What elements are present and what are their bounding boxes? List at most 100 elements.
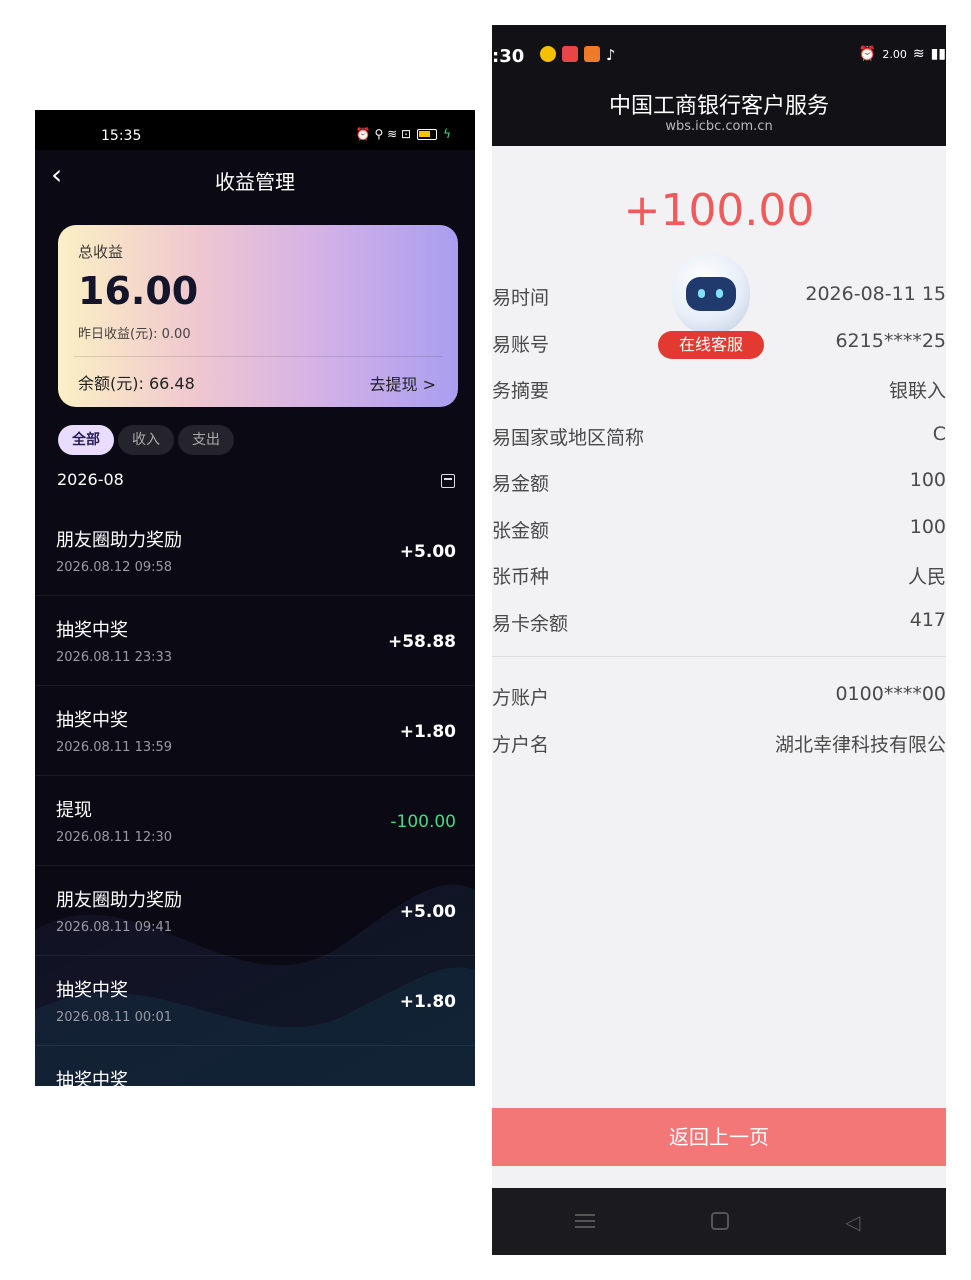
record-amount: +5.00 xyxy=(399,542,456,562)
total-earnings-label: 总收益 xyxy=(78,243,124,261)
record-amount: +1.80 xyxy=(399,992,456,1012)
back-triangle-icon[interactable]: ◁ xyxy=(845,1210,860,1234)
record-name: 抽奖中奖 xyxy=(56,620,128,641)
record-date: 2026.08.11 00:01 xyxy=(56,1010,173,1025)
records-list: 朋友圈助力奖励 2026.08.12 09:58 +5.00 抽奖中奖 2026… xyxy=(35,506,475,1086)
android-nav-bar: ◁ xyxy=(492,1188,946,1255)
filter-tabs: 全部 收入 支出 xyxy=(58,425,234,455)
bell-icon xyxy=(540,46,556,62)
detail-key: 张金额 xyxy=(492,520,550,542)
battery-icon xyxy=(417,128,438,140)
wifi-icon: ≋ xyxy=(912,46,925,62)
detail-value: 湖北幸律科技有限公 xyxy=(774,734,946,756)
balance-text: 余额(元): 66.48 xyxy=(78,374,195,393)
filter-all[interactable]: 全部 xyxy=(58,425,114,455)
card-divider xyxy=(74,356,442,357)
record-name: 朋友圈助力奖励 xyxy=(56,530,182,551)
record-row[interactable]: 抽奖中奖 xyxy=(35,1046,475,1086)
record-name: 抽奖中奖 xyxy=(56,1070,128,1086)
record-row[interactable]: 抽奖中奖 2026.08.11 13:59 +1.80 xyxy=(35,686,475,776)
yesterday-earnings: 昨日收益(元): 0.00 xyxy=(78,327,191,342)
charging-icon: ϟ xyxy=(443,127,451,141)
bank-header: :30 ♪ ⏰ 2.00 ≋ ▮▮ 中国工商银行客户服务 wbs.icbc.co… xyxy=(492,25,946,146)
record-name: 抽奖中奖 xyxy=(56,980,128,1001)
detail-key: 易账号 xyxy=(492,334,550,356)
page-title: 收益管理 xyxy=(215,170,295,194)
filter-income[interactable]: 收入 xyxy=(118,425,174,455)
detail-row: 务摘要 银联入 xyxy=(492,368,946,408)
app-icon xyxy=(562,46,578,62)
record-amount: +5.00 xyxy=(399,902,456,922)
total-earnings-value: 16.00 xyxy=(78,269,199,313)
record-date: 2026.08.12 09:58 xyxy=(56,560,173,575)
record-name: 提现 xyxy=(56,800,92,821)
detail-key: 方账户 xyxy=(492,687,550,709)
status-icons: ⏰ ⚲ ≋ ⊡ ϟ xyxy=(356,127,451,141)
bank-detail-screen: :30 ♪ ⏰ 2.00 ≋ ▮▮ 中国工商银行客户服务 wbs.icbc.co… xyxy=(492,25,946,1255)
notification-icons: ♪ xyxy=(540,46,616,64)
detail-row: 张币种 人民 xyxy=(492,554,946,594)
detail-key: 张币种 xyxy=(492,566,550,588)
detail-value: C xyxy=(932,423,946,445)
menu-icon[interactable] xyxy=(575,1212,595,1230)
detail-key: 易金额 xyxy=(492,473,550,495)
online-service-label: 在线客服 xyxy=(658,331,764,359)
earnings-screen: 15:35 ⏰ ⚲ ≋ ⊡ ϟ ‹ 收益管理 总收益 16.00 昨日收益(元)… xyxy=(35,110,475,1086)
robot-eye xyxy=(698,289,705,298)
detail-value: 100 xyxy=(909,516,946,538)
detail-key: 易卡余额 xyxy=(492,613,569,635)
record-row[interactable]: 朋友圈助力奖励 2026.08.11 09:41 +5.00 xyxy=(35,866,475,956)
status-icons-text: ⏰ ⚲ ≋ ⊡ xyxy=(355,127,412,141)
detail-row: 方账户 0100****00 xyxy=(492,675,946,715)
system-status-icons: ⏰ 2.00 ≋ ▮▮ xyxy=(859,46,946,62)
detail-key: 方户名 xyxy=(492,734,550,756)
status-bar: 15:35 ⏰ ⚲ ≋ ⊡ ϟ xyxy=(35,110,475,150)
record-row[interactable]: 抽奖中奖 2026.08.11 23:33 +58.88 xyxy=(35,596,475,686)
record-amount: +58.88 xyxy=(387,632,456,652)
record-row[interactable]: 抽奖中奖 2026.08.11 00:01 +1.80 xyxy=(35,956,475,1046)
detail-key: 务摘要 xyxy=(492,380,550,402)
detail-value: 0100****00 xyxy=(835,683,946,705)
record-date: 2026.08.11 12:30 xyxy=(56,830,173,845)
status-time: 15:35 xyxy=(101,128,142,144)
robot-face xyxy=(686,277,736,311)
music-note-icon: ♪ xyxy=(606,46,616,64)
filter-expense[interactable]: 支出 xyxy=(178,425,234,455)
home-icon[interactable] xyxy=(711,1212,729,1230)
back-to-previous-button[interactable]: 返回上一页 xyxy=(492,1108,946,1166)
status-time: :30 xyxy=(492,46,525,67)
detail-row: 张金额 100 xyxy=(492,508,946,548)
record-row[interactable]: 提现 2026.08.11 12:30 -100.00 xyxy=(35,776,475,866)
detail-value: 人民 xyxy=(907,566,946,588)
nav-bar: ‹ 收益管理 xyxy=(35,150,475,206)
detail-value: 417 xyxy=(909,609,946,631)
record-name: 朋友圈助力奖励 xyxy=(56,890,182,911)
record-amount: -100.00 xyxy=(390,812,456,832)
detail-key: 易时间 xyxy=(492,287,550,309)
record-date: 2026.08.11 09:41 xyxy=(56,920,173,935)
signal-icon: ▮▮ xyxy=(930,46,946,62)
calendar-icon[interactable] xyxy=(441,474,455,488)
online-service-button[interactable]: 在线客服 xyxy=(658,253,764,363)
month-label: 2026-08 xyxy=(57,470,124,489)
transaction-amount: +100.00 xyxy=(623,185,815,236)
detail-value: 6215****25 xyxy=(835,330,946,352)
detail-key: 易国家或地区简称 xyxy=(492,427,645,449)
record-name: 抽奖中奖 xyxy=(56,710,128,731)
network-speed: 2.00 xyxy=(882,47,907,61)
detail-divider xyxy=(492,656,946,657)
detail-row: 易国家或地区简称 C xyxy=(492,415,946,455)
record-row[interactable]: 朋友圈助力奖励 2026.08.12 09:58 +5.00 xyxy=(35,506,475,596)
record-date: 2026.08.11 13:59 xyxy=(56,740,173,755)
alarm-icon: ⏰ xyxy=(858,46,877,62)
bank-title: 中国工商银行客户服务 xyxy=(608,94,829,119)
withdraw-link[interactable]: 去提现 > xyxy=(370,371,437,395)
detail-value: 100 xyxy=(909,469,946,491)
detail-row: 易卡余额 417 xyxy=(492,601,946,641)
detail-value: 银联入 xyxy=(888,380,946,402)
bank-domain: wbs.icbc.com.cn xyxy=(665,119,773,134)
record-amount: +1.80 xyxy=(399,722,456,742)
detail-row: 方户名 湖北幸律科技有限公 xyxy=(492,722,946,762)
screenshot-canvas: 15:35 ⏰ ⚲ ≋ ⊡ ϟ ‹ 收益管理 总收益 16.00 昨日收益(元)… xyxy=(0,0,971,1280)
record-date: 2026.08.11 23:33 xyxy=(56,650,173,665)
